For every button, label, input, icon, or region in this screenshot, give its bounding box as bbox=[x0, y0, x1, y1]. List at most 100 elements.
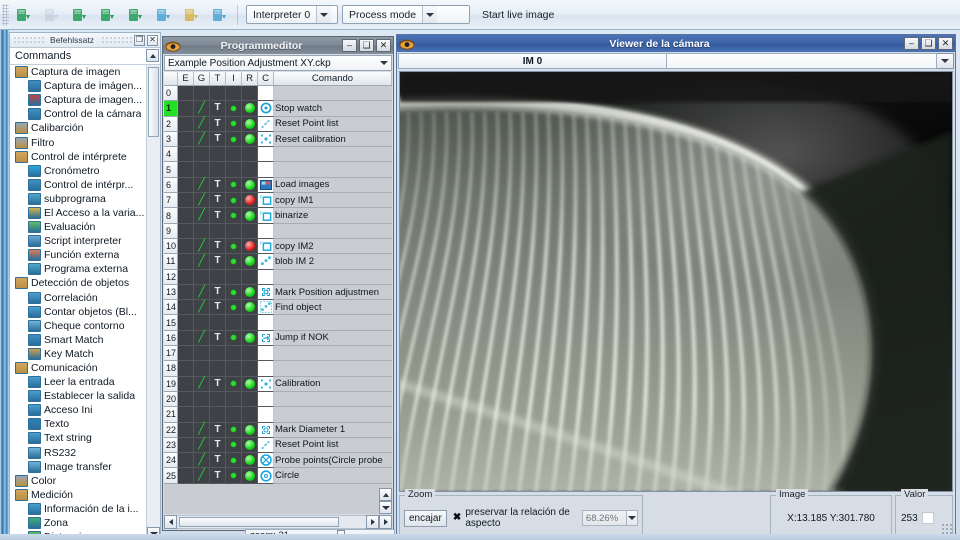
command-cell[interactable] bbox=[274, 407, 392, 423]
commands-tree-scrollbar[interactable] bbox=[146, 65, 160, 540]
command-cell[interactable]: Calibration bbox=[274, 376, 392, 392]
scrollbar-thumb[interactable] bbox=[179, 517, 339, 527]
panel-grip[interactable] bbox=[13, 36, 47, 44]
cell-i[interactable] bbox=[226, 284, 242, 301]
table-row[interactable]: 20 bbox=[164, 391, 392, 408]
command-cell[interactable]: Probe points(Circle probe bbox=[274, 453, 392, 469]
table-row[interactable]: 15 bbox=[164, 315, 392, 331]
cell-i[interactable] bbox=[226, 208, 242, 224]
tree-command-item[interactable]: Script interpreter bbox=[10, 234, 146, 248]
cell-t[interactable]: T bbox=[210, 468, 226, 484]
program-file-select[interactable]: Example Position Adjustment XY.ckp bbox=[164, 55, 392, 71]
cell-i[interactable] bbox=[226, 437, 242, 454]
table-row[interactable]: 9 bbox=[164, 223, 392, 239]
program-table-vscrollbar[interactable] bbox=[379, 86, 392, 514]
command-cell[interactable]: Load images bbox=[274, 177, 392, 194]
cell-i[interactable] bbox=[226, 223, 242, 239]
table-row[interactable]: 18 bbox=[164, 361, 392, 377]
cell-g[interactable]: ╱ bbox=[194, 116, 210, 132]
cell-i[interactable] bbox=[226, 101, 242, 117]
tree-command-item[interactable]: Información de la i... bbox=[10, 502, 146, 516]
tree-command-item[interactable]: Correlación bbox=[10, 291, 146, 305]
load-images-icon[interactable] bbox=[258, 177, 274, 194]
table-row[interactable]: 5 bbox=[164, 162, 392, 178]
table-row[interactable]: 0 bbox=[164, 86, 392, 102]
chevron-down-icon[interactable] bbox=[626, 510, 638, 526]
cell-r[interactable] bbox=[242, 86, 258, 102]
table-row[interactable]: 10 ╱ T Fcopy IM2 bbox=[164, 238, 392, 255]
toolbar-drag-grip[interactable] bbox=[2, 3, 9, 26]
command-cell[interactable]: Reset calibration bbox=[274, 131, 392, 148]
cell-r[interactable] bbox=[242, 208, 258, 224]
cell-g[interactable] bbox=[194, 162, 210, 178]
reset-point-list-icon[interactable] bbox=[258, 116, 274, 132]
cell-e[interactable] bbox=[178, 101, 194, 117]
cell-e[interactable] bbox=[178, 269, 194, 285]
command-cell[interactable] bbox=[274, 162, 392, 178]
column-header-Comando[interactable]: Comando bbox=[274, 72, 392, 85]
cell-r[interactable] bbox=[242, 193, 258, 209]
tree-group-item[interactable]: Filtro bbox=[10, 135, 146, 149]
tree-command-item[interactable]: Contar objetos (Bl... bbox=[10, 305, 146, 319]
cell-r[interactable] bbox=[242, 407, 258, 423]
tree-group-item[interactable]: Detección de objetos bbox=[10, 276, 146, 290]
command-cell[interactable] bbox=[274, 346, 392, 362]
tree-command-item[interactable]: Captura de imágen... bbox=[10, 79, 146, 93]
command-cell[interactable]: blob IM 2 bbox=[274, 254, 392, 270]
calibration-icon[interactable] bbox=[258, 376, 274, 392]
cell-r[interactable] bbox=[242, 162, 258, 178]
cell-g[interactable]: ╱ bbox=[194, 300, 210, 316]
cell-r[interactable] bbox=[242, 437, 258, 454]
cell-g[interactable] bbox=[194, 147, 210, 163]
find-object-icon[interactable] bbox=[258, 300, 274, 316]
scroll-down-button[interactable] bbox=[379, 501, 392, 514]
cell-r[interactable] bbox=[242, 346, 258, 362]
scrollbar-thumb[interactable] bbox=[148, 67, 159, 137]
tab-im0[interactable]: IM 0 bbox=[398, 53, 666, 69]
cell-c[interactable] bbox=[258, 361, 274, 377]
cell-g[interactable]: ╱ bbox=[194, 376, 210, 392]
column-header-T[interactable]: T bbox=[210, 72, 226, 85]
cell-r[interactable] bbox=[242, 177, 258, 194]
copy-image-icon[interactable]: F bbox=[258, 238, 274, 255]
tree-command-item[interactable]: Captura de imagen... bbox=[10, 93, 146, 107]
cell-e[interactable] bbox=[178, 437, 194, 454]
tree-group-item[interactable]: Comunicación bbox=[10, 361, 146, 375]
save-document-icon[interactable] bbox=[206, 3, 232, 27]
command-cell[interactable]: copy IM2 bbox=[274, 238, 392, 255]
cell-e[interactable] bbox=[178, 86, 194, 102]
cell-e[interactable] bbox=[178, 254, 194, 270]
cell-t[interactable]: T bbox=[210, 254, 226, 270]
cell-e[interactable] bbox=[178, 147, 194, 163]
cell-r[interactable] bbox=[242, 269, 258, 285]
cell-c[interactable] bbox=[258, 147, 274, 163]
fit-to-window-button[interactable]: encajar bbox=[404, 509, 447, 527]
command-cell[interactable]: Jump if NOK bbox=[274, 330, 392, 347]
tree-command-item[interactable]: Smart Match bbox=[10, 333, 146, 347]
command-cell[interactable]: Reset Point list bbox=[274, 437, 392, 454]
cell-g[interactable]: ╱ bbox=[194, 453, 210, 469]
probe-points-icon[interactable] bbox=[258, 453, 274, 469]
cell-g[interactable]: ╱ bbox=[194, 330, 210, 347]
tree-command-item[interactable]: Key Match bbox=[10, 347, 146, 361]
cell-c[interactable] bbox=[258, 391, 274, 408]
table-row[interactable]: 4 bbox=[164, 147, 392, 163]
cell-c[interactable] bbox=[258, 269, 274, 285]
cell-e[interactable] bbox=[178, 361, 194, 377]
cell-g[interactable] bbox=[194, 269, 210, 285]
tree-command-item[interactable]: Zona bbox=[10, 516, 146, 530]
cell-c[interactable] bbox=[258, 315, 274, 331]
close-button[interactable]: ✕ bbox=[938, 37, 953, 50]
table-row[interactable]: 19 ╱ T Calibration bbox=[164, 376, 392, 392]
program-editor-titlebar[interactable]: Programmeditor – ❑ ✕ bbox=[163, 37, 393, 54]
cell-g[interactable] bbox=[194, 391, 210, 408]
close-button[interactable]: ✕ bbox=[376, 39, 391, 52]
cell-g[interactable] bbox=[194, 315, 210, 331]
tree-command-item[interactable]: RS232 bbox=[10, 446, 146, 460]
table-row[interactable]: 22 ╱ T Mark Diameter 1 bbox=[164, 422, 392, 438]
command-cell[interactable]: Find object bbox=[274, 300, 392, 316]
cell-r[interactable] bbox=[242, 238, 258, 255]
column-header-E[interactable]: E bbox=[178, 72, 194, 85]
cell-c[interactable] bbox=[258, 86, 274, 102]
command-cell[interactable] bbox=[274, 269, 392, 285]
